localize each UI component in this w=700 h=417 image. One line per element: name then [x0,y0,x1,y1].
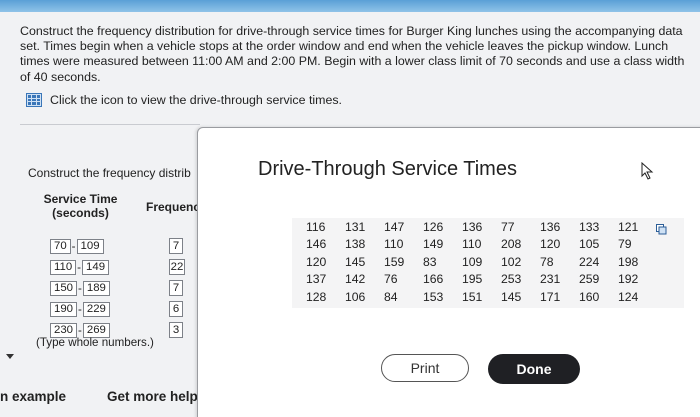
table-cell: 208 [501,237,522,252]
upper-limit-input[interactable]: 149 [82,260,110,275]
dash: - [77,261,82,274]
table-row: 120 145 159 83 109 102 78 224 198 [306,253,657,271]
dash: - [78,303,82,316]
divider [20,124,200,125]
table-cell: 83 [423,254,437,269]
table-cell: 77 [501,219,515,234]
cursor-icon [641,162,654,180]
table-cell: 138 [345,237,366,252]
table-row: 116 131 147 126 136 77 136 133 121 [306,218,657,236]
table-cell: 121 [618,219,639,234]
table-cell: 149 [423,237,444,252]
modal-title: Drive-Through Service Times [258,158,517,180]
dash: - [78,282,82,295]
table-cell: 253 [501,272,522,287]
table-cell: 79 [618,237,632,252]
table-cell: 153 [423,289,444,304]
table-cell: 110 [462,237,482,252]
table-cell: 120 [540,237,561,252]
table-cell: 146 [306,237,327,252]
data-modal: Drive-Through Service Times 116 131 147 126… [197,127,700,417]
service-time-header: Service Time (seconds) [43,192,118,220]
frequency-title: Construct the frequency distrib [28,166,191,180]
top-strip [0,0,700,12]
table-row: 137 142 76 166 195 253 231 259 192 [306,271,657,289]
table-cell: 128 [306,289,327,304]
times-table: 116 131 147 126 136 77 136 133 121 146 138 110 149 11… [306,218,657,306]
table-cell: 192 [618,272,639,287]
frequency-input[interactable]: 3 [169,322,183,338]
table-cell: 147 [384,219,405,234]
table-cell: 198 [618,254,639,269]
service-times-table: 116 131 147 126 136 77 136 133 121 146 138 110 149 11… [292,218,684,308]
dash: - [71,240,76,253]
table-cell: 126 [423,219,444,234]
frequency-input[interactable]: 22 [169,259,185,275]
class-limits: 190-229 [50,301,110,318]
table-cell: 131 [345,219,366,234]
table-row: 128 106 84 153 151 145 171 160 124 [306,288,657,306]
view-example-link[interactable]: n example [0,389,66,404]
frequency-header: Frequenc [146,200,201,214]
table-cell: 195 [462,272,483,287]
data-set-link-text[interactable]: Click the icon to view the drive-through… [50,93,342,107]
class-limits: 110-149 [50,259,110,276]
print-button[interactable]: Print [381,354,469,382]
table-cell: 259 [579,272,600,287]
table-cell: 145 [345,254,366,269]
data-table-icon[interactable] [26,93,42,107]
table-cell: 124 [618,289,639,304]
question-text: Construct the frequency distribution for… [20,24,685,84]
table-cell: 133 [579,219,600,234]
table-cell: 171 [540,289,561,304]
table-cell: 137 [306,272,327,287]
table-cell: 142 [345,272,366,287]
table-cell: 166 [423,272,444,287]
table-cell: 151 [462,289,483,304]
table-cell: 76 [384,272,398,287]
done-button[interactable]: Done [488,354,580,384]
lower-limit-input[interactable]: 70 [50,239,71,254]
table-cell: 109 [462,254,483,269]
input-note: (Type whole numbers.) [36,336,154,349]
class-limits: 150-189 [50,280,110,297]
table-cell: 110 [384,237,404,252]
table-cell: 136 [540,219,561,234]
table-cell: 159 [384,254,405,269]
table-cell: 78 [540,254,554,269]
data-set-link[interactable]: Click the icon to view the drive-through… [26,92,342,108]
table-cell: 106 [345,289,366,304]
table-cell: 224 [579,254,600,269]
table-cell: 105 [579,237,600,252]
frequency-input[interactable]: 7 [169,238,183,254]
lower-limit-input[interactable]: 110 [50,260,77,275]
upper-limit-input[interactable]: 189 [82,281,110,296]
get-more-help-link[interactable]: Get more help [107,389,198,404]
table-cell: 120 [306,254,327,269]
class-limits: 70-109 [50,238,104,255]
table-cell: 116 [306,219,326,234]
chevron-down-icon[interactable] [6,354,14,359]
upper-limit-input[interactable]: 229 [82,302,110,317]
copy-icon[interactable] [656,224,667,235]
table-cell: 160 [579,289,600,304]
table-cell: 231 [540,272,561,287]
table-cell: 136 [462,219,483,234]
upper-limit-input[interactable]: 109 [76,239,104,254]
table-cell: 84 [384,289,398,304]
frequency-input[interactable]: 7 [169,280,183,296]
lower-limit-input[interactable]: 190 [50,302,78,317]
table-cell: 145 [501,289,522,304]
lower-limit-input[interactable]: 150 [50,281,78,296]
table-cell: 102 [501,254,522,269]
table-row: 146 138 110 149 110 208 120 105 79 [306,236,657,254]
frequency-input[interactable]: 6 [169,301,183,317]
